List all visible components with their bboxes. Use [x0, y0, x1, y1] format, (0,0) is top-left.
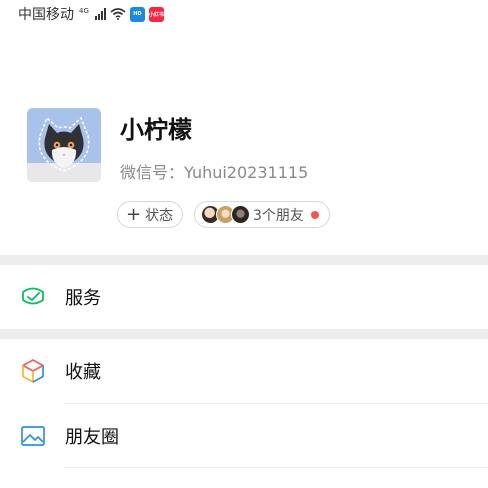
favorites-label: 收藏: [65, 362, 101, 383]
status-label: 状态: [145, 207, 174, 224]
avatar[interactable]: [27, 108, 101, 182]
friend-avatar: [231, 205, 250, 224]
nickname: 小柠檬: [120, 116, 192, 144]
cube-icon: [20, 358, 46, 384]
network-type: 4G: [79, 7, 89, 15]
carrier-name: 中国移动: [18, 7, 74, 23]
profile-header[interactable]: 小柠檬 微信号：Yuhui20231115 + 状态 3个朋友: [0, 90, 488, 255]
wechat-id: 微信号：Yuhui20231115: [120, 163, 309, 182]
menu-item-moments[interactable]: 朋友圈: [0, 404, 488, 468]
status-bar: 中国移动 4G HD 小红书: [0, 0, 488, 28]
add-status-button[interactable]: + 状态: [117, 201, 184, 228]
app-notification-icon: HD: [129, 6, 145, 22]
unread-dot: [310, 210, 319, 219]
menu-item-favorites[interactable]: 收藏: [0, 339, 488, 403]
friend-avatars: [201, 205, 250, 224]
section-separator: [0, 255, 488, 265]
moments-label: 朋友圈: [65, 427, 119, 448]
wifi-icon: [110, 8, 126, 20]
signal-icon: [94, 8, 106, 20]
xiaohongshu-notification-icon: 小红书: [148, 6, 164, 22]
wallet-check-icon: [20, 284, 46, 310]
section-separator: [0, 329, 488, 339]
services-label: 服务: [65, 288, 101, 309]
plus-icon: +: [126, 203, 142, 225]
photo-icon: [20, 423, 46, 449]
friends-count-label: 3个朋友: [253, 207, 304, 224]
friends-status-chip[interactable]: 3个朋友: [194, 201, 330, 228]
menu-item-services[interactable]: 服务: [0, 265, 488, 329]
row-divider: [65, 467, 488, 468]
